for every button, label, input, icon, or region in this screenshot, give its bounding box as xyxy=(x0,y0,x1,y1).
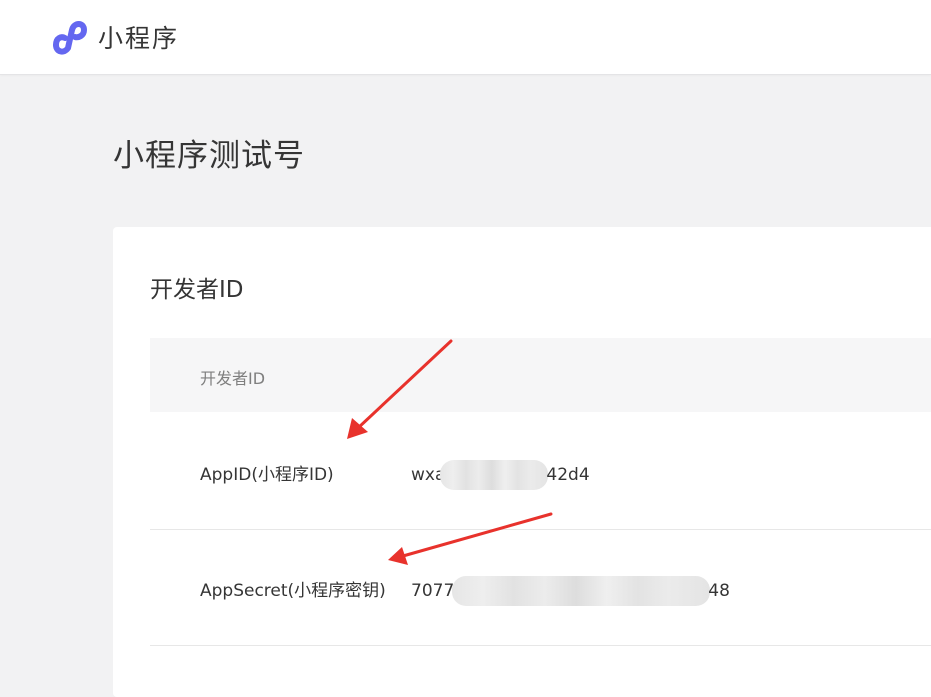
appid-label: AppID(小程序ID) xyxy=(200,465,334,485)
developer-id-card: 开发者ID 开发者ID AppID(小程序ID) wxa 42d4 AppSec… xyxy=(113,227,931,697)
appid-value-suffix: 42d4 xyxy=(546,465,590,485)
appsecret-value[interactable]: 7077 48 xyxy=(411,576,730,606)
appid-value[interactable]: wxa 42d4 xyxy=(411,460,590,490)
page-title: 小程序测试号 xyxy=(113,138,305,174)
appsecret-label: AppSecret(小程序密钥) xyxy=(200,581,386,601)
card-title: 开发者ID xyxy=(150,277,244,303)
appid-row: AppID(小程序ID) wxa 42d4 xyxy=(150,413,931,530)
miniprogram-logo-icon xyxy=(53,21,88,55)
app-name: 小程序 xyxy=(98,24,180,53)
brand[interactable]: 小程序 xyxy=(48,18,179,56)
table-header-label: 开发者ID xyxy=(200,369,266,388)
appsecret-value-prefix: 7077 xyxy=(411,581,455,601)
table-header: 开发者ID xyxy=(150,338,931,412)
appsecret-value-suffix: 48 xyxy=(708,581,730,601)
appsecret-row: AppSecret(小程序密钥) 7077 48 xyxy=(150,529,931,646)
redaction-mask xyxy=(452,576,711,606)
redaction-mask xyxy=(440,460,549,490)
top-bar: 小程序 xyxy=(0,0,931,75)
